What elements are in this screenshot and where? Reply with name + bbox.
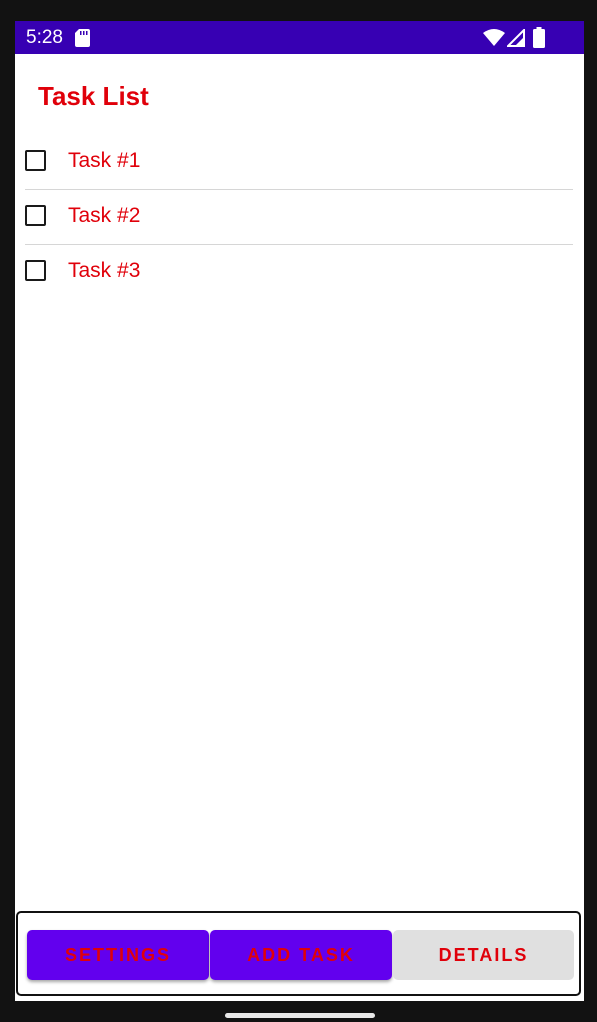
task-label[interactable]: Task #3 [68,259,140,283]
wifi-icon [483,29,505,46]
status-time: 5:28 [26,27,63,48]
task-row[interactable]: Task #2 [25,190,573,245]
task-list: Task #1 Task #2 Task #3 [25,135,573,299]
task-checkbox[interactable] [25,260,46,281]
settings-button[interactable]: SETTINGS [27,930,209,980]
phone-frame: 5:28 Task List Task #1 Task #2 Task #3 S… [0,0,597,1022]
details-button[interactable]: DETAILS [393,930,574,980]
home-indicator[interactable] [225,1013,375,1018]
task-checkbox[interactable] [25,150,46,171]
page-title: Task List [38,81,149,111]
task-label[interactable]: Task #1 [68,149,140,173]
bottom-button-bar: SETTINGS ADD TASK DETAILS [16,911,581,996]
app-screen: 5:28 Task List Task #1 Task #2 Task #3 S… [15,21,584,1001]
status-bar: 5:28 [15,21,584,54]
battery-icon [533,27,545,48]
task-row[interactable]: Task #1 [25,135,573,190]
add-task-button[interactable]: ADD TASK [210,930,392,980]
sd-card-icon [75,29,90,47]
task-label[interactable]: Task #2 [68,204,140,228]
task-checkbox[interactable] [25,205,46,226]
signal-icon [507,29,525,47]
task-row[interactable]: Task #3 [25,245,573,299]
